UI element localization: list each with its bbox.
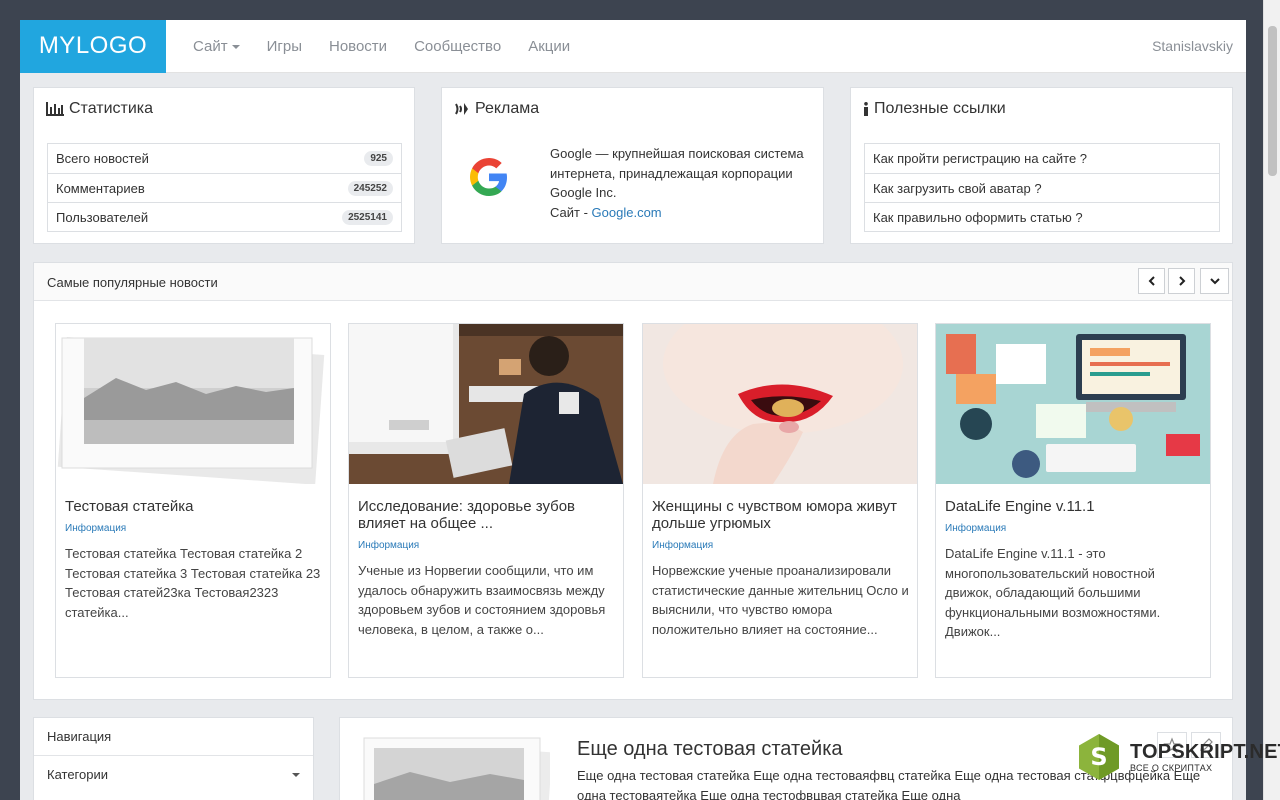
news-card[interactable]: Исследование: здоровье зубов влияет на о… [348, 323, 624, 678]
news-card-category[interactable]: Информация [652, 540, 713, 551]
user-name-link[interactable]: Stanislavskiy [1152, 38, 1233, 54]
nav-item-games[interactable]: Игры [267, 38, 302, 55]
nav-item-site[interactable]: Сайт [193, 38, 240, 55]
useful-links-title: Полезные ссылки [863, 100, 1006, 118]
useful-link-item[interactable]: Как загрузить свой аватар ? [865, 173, 1219, 202]
office-photo-image [349, 324, 623, 484]
watermark-subtext: ВСЕ О СКРИПТАХ [1130, 762, 1213, 773]
bar-chart-icon [46, 102, 64, 116]
article-thumbnail-image[interactable] [360, 736, 550, 800]
advertising-description: Google — крупнейшая поисковая система ин… [550, 146, 804, 200]
advertising-site-link[interactable]: Google.com [592, 205, 662, 220]
advertising-title: Реклама [454, 100, 539, 118]
categories-label: Категории [47, 766, 108, 782]
chevron-down-icon [1209, 278, 1220, 285]
news-card-image[interactable] [643, 324, 917, 484]
statistics-list: Всего новостей 925 Комментариев 245252 П… [47, 143, 402, 232]
navigation-title: Навигация [34, 718, 313, 756]
stat-row-users: Пользователей 2525141 [48, 202, 401, 231]
topskript-watermark: S TOPSKRIPT.NET ВСЕ О СКРИПТАХ [1074, 732, 1280, 782]
useful-link-item[interactable]: Как правильно оформить статью ? [865, 202, 1219, 231]
nav-item-promotions[interactable]: Акции [528, 38, 570, 55]
categories-dropdown[interactable]: Категории [34, 756, 313, 792]
news-card[interactable]: Тестовая статейка Информация Тестовая ст… [55, 323, 331, 678]
nav-item-news[interactable]: Новости [329, 38, 387, 55]
collapse-panel-button[interactable] [1200, 268, 1229, 294]
popular-news-panel: Самые популярные новости Тестовая статей… [33, 262, 1233, 700]
svg-text:S: S [1090, 743, 1107, 771]
image-placeholder-icon [56, 324, 330, 484]
chevron-left-icon [1148, 276, 1155, 286]
advertising-title-text: Реклама [475, 100, 540, 117]
news-card-image[interactable] [56, 324, 330, 484]
stat-row-comments: Комментариев 245252 [48, 173, 401, 202]
stat-label: Всего новостей [56, 151, 149, 166]
woman-lips-photo-image [643, 324, 917, 484]
advertising-panel: Реклама Google — крупнейшая поисковая си… [441, 87, 824, 244]
news-card[interactable]: DataLife Engine v.11.1 Информация DataLi… [935, 323, 1211, 678]
nav-item-community[interactable]: Сообщество [414, 38, 501, 55]
flat-workspace-illustration-image [936, 324, 1210, 484]
news-card-title[interactable]: Женщины с чувством юмора живут дольше уг… [652, 498, 907, 532]
news-card-title[interactable]: Тестовая статейка [65, 498, 320, 515]
watermark-text: TOPSKRIPT.NET ВСЕ О СКРИПТАХ [1130, 742, 1280, 773]
stat-label: Пользователей [56, 209, 149, 225]
info-icon [864, 102, 868, 116]
advertising-site-label: Сайт - [550, 204, 592, 220]
useful-links-panel: Полезные ссылки Как пройти регистрацию н… [850, 87, 1233, 244]
caret-down-icon [231, 45, 240, 49]
stat-row-news: Всего новостей 925 [48, 144, 401, 173]
news-card-excerpt: Тестовая статейка Тестовая статейка 2 Те… [65, 546, 321, 620]
news-card[interactable]: Женщины с чувством юмора живут дольше уг… [642, 323, 918, 678]
popular-news-header: Самые популярные новости [34, 263, 1232, 301]
window-scrollbar[interactable] [1263, 0, 1280, 800]
advertising-text: Google — крупнейшая поисковая система ин… [550, 144, 810, 222]
statistics-title: Статистика [46, 100, 153, 118]
news-card-category[interactable]: Информация [65, 523, 126, 534]
watermark-main-text: TOPSKRIPT.NET [1130, 740, 1280, 763]
news-card-image[interactable] [936, 324, 1210, 484]
news-card-excerpt: DataLife Engine v.11.1 - это многопользо… [945, 546, 1161, 639]
nav-item-site-label: Сайт [193, 37, 228, 55]
scrollbar-thumb[interactable] [1268, 26, 1277, 176]
statistics-title-text: Статистика [69, 100, 154, 117]
caret-down-icon [292, 773, 300, 777]
site-logo[interactable]: MYLOGO [20, 20, 166, 73]
page: MYLOGO Сайт Игры Новости Сообщество Акци… [20, 20, 1246, 800]
article-title[interactable]: Еще одна тестовая статейка [577, 738, 843, 761]
statistics-panel: Статистика Всего новостей 925 Комментари… [33, 87, 415, 244]
news-card-title[interactable]: Исследование: здоровье зубов влияет на о… [358, 498, 613, 532]
navigation-panel: Навигация Категории [33, 717, 314, 800]
carousel-next-button[interactable] [1168, 268, 1195, 294]
news-card-excerpt: Норвежские ученые проанализировали стати… [652, 563, 909, 637]
stat-badge: 925 [364, 151, 393, 166]
popular-news-title: Самые популярные новости [47, 275, 218, 290]
topskript-logo-icon: S [1079, 734, 1119, 780]
stat-label: Комментариев [56, 180, 145, 196]
news-card-title[interactable]: DataLife Engine v.11.1 [945, 498, 1200, 515]
broadcast-icon [455, 103, 468, 115]
stat-badge: 245252 [347, 180, 393, 196]
chevron-right-icon [1178, 276, 1185, 286]
google-logo-icon[interactable] [466, 154, 512, 200]
news-card-category[interactable]: Информация [945, 523, 1006, 534]
useful-link-item[interactable]: Как пройти регистрацию на сайте ? [865, 144, 1219, 173]
useful-links-list: Как пройти регистрацию на сайте ? Как за… [864, 143, 1220, 232]
useful-links-title-text: Полезные ссылки [874, 100, 1006, 117]
news-card-category[interactable]: Информация [358, 540, 419, 551]
stat-badge: 2525141 [342, 209, 393, 225]
news-card-excerpt: Ученые из Норвегии сообщили, что им удал… [358, 563, 606, 637]
top-navbar: MYLOGO Сайт Игры Новости Сообщество Акци… [20, 20, 1246, 73]
news-card-image[interactable] [349, 324, 623, 484]
carousel-prev-button[interactable] [1138, 268, 1165, 294]
